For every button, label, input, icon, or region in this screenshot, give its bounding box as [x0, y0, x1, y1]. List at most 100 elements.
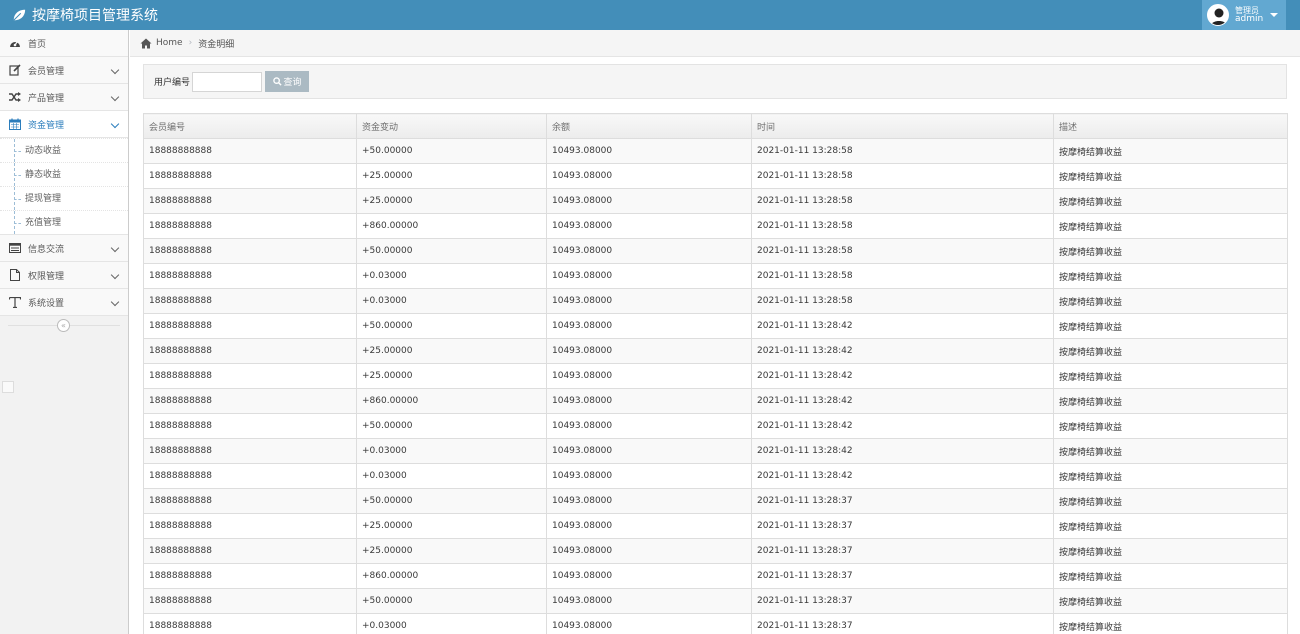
member-id-cell: 18888888888 [143, 588, 357, 614]
member-id-cell: 18888888888 [143, 263, 357, 289]
column-header[interactable]: 会员编号 [143, 113, 357, 139]
time-cell: 2021-01-11 13:28:58 [751, 213, 1054, 239]
description-cell: 按摩椅结算收益 [1053, 388, 1288, 414]
sidebar-item-members[interactable]: 会员管理 [0, 57, 128, 84]
time-cell: 2021-01-11 13:28:58 [751, 238, 1054, 264]
description-cell: 按摩椅结算收益 [1053, 463, 1288, 489]
sidebar-item-permissions[interactable]: 权限管理 [0, 262, 128, 289]
balance-cell: 10493.08000 [546, 613, 752, 634]
time-cell: 2021-01-11 13:28:42 [751, 338, 1054, 364]
fund-change-cell: +50.00000 [356, 413, 547, 439]
user-id-input[interactable] [192, 71, 263, 92]
sidebar-item-label: 系统设置 [28, 298, 65, 309]
table-row: 18888888888 +25.00000 10493.08000 2021-01-1… [143, 338, 1288, 364]
column-header[interactable]: 余额 [546, 113, 752, 139]
column-header[interactable]: 资金变动 [356, 113, 547, 139]
fund-change-cell: +25.00000 [356, 538, 547, 564]
member-id-cell: 18888888888 [143, 438, 357, 464]
random-icon [8, 91, 21, 104]
chevron-down-icon [110, 297, 120, 307]
home-icon [140, 38, 152, 48]
avatar [1207, 4, 1229, 26]
chevron-down-icon [110, 65, 120, 75]
breadcrumb: Home › 资金明细 [130, 30, 1300, 57]
fund-change-cell: +25.00000 [356, 363, 547, 389]
file-icon [8, 269, 21, 282]
member-id-cell: 18888888888 [143, 138, 357, 164]
description-cell: 按摩椅结算收益 [1053, 488, 1288, 514]
sidebar-item-home[interactable]: 首页 [0, 30, 128, 57]
sidebar-item-label: 信息交流 [28, 244, 65, 255]
sidebar-item-products[interactable]: 产品管理 [0, 84, 128, 111]
edit-icon [8, 64, 21, 77]
member-id-cell: 18888888888 [143, 463, 357, 489]
time-cell: 2021-01-11 13:28:37 [751, 588, 1054, 614]
member-id-cell: 18888888888 [143, 188, 357, 214]
sidebar-item-messages[interactable]: 信息交流 [0, 235, 128, 262]
member-id-cell: 18888888888 [143, 488, 357, 514]
top-navbar: 按摩椅项目管理系统 管理员 admin [0, 0, 1300, 30]
brand[interactable]: 按摩椅项目管理系统 [12, 0, 158, 30]
sidebar-item-label: 首页 [28, 39, 47, 50]
funds-submenu: 动态收益 静态收益 提现管理 充值管理 [0, 138, 128, 235]
time-cell: 2021-01-11 13:28:58 [751, 163, 1054, 189]
user-avatar-icon [1210, 8, 1228, 25]
table-row: 18888888888 +25.00000 10493.08000 2021-01-1… [143, 513, 1288, 539]
column-header[interactable]: 时间 [751, 113, 1054, 139]
time-cell: 2021-01-11 13:28:58 [751, 188, 1054, 214]
sidebar-subitem-recharges[interactable]: 充值管理 [0, 210, 128, 234]
time-cell: 2021-01-11 13:28:37 [751, 488, 1054, 514]
member-id-cell: 18888888888 [143, 288, 357, 314]
fund-change-cell: +860.00000 [356, 563, 547, 589]
balance-cell: 10493.08000 [546, 338, 752, 364]
table-row: 18888888888 +0.03000 10493.08000 2021-01-11… [143, 613, 1288, 634]
sidebar-subitem-dynamic-income[interactable]: 动态收益 [0, 138, 128, 162]
table-row: 18888888888 +0.03000 10493.08000 2021-01-11… [143, 288, 1288, 314]
column-header[interactable]: 描述 [1053, 113, 1288, 139]
member-id-cell: 18888888888 [143, 163, 357, 189]
balance-cell: 10493.08000 [546, 388, 752, 414]
sidebar-item-label: 产品管理 [28, 93, 65, 104]
time-cell: 2021-01-11 13:28:37 [751, 538, 1054, 564]
member-id-cell: 18888888888 [143, 313, 357, 339]
breadcrumb-home[interactable]: Home [156, 38, 183, 48]
search-button[interactable]: 查询 [265, 71, 310, 92]
balance-cell: 10493.08000 [546, 263, 752, 289]
collapse-sidebar-button[interactable]: « [57, 319, 70, 332]
fund-change-cell: +50.00000 [356, 588, 547, 614]
sidebar: 首页 会员管理 产品管理 资金管理 动态收益 静态收益 提现管理 充值管理 信息… [0, 30, 129, 634]
fund-change-cell: +25.00000 [356, 163, 547, 189]
table-row: 18888888888 +50.00000 10493.08000 2021-01-1… [143, 413, 1288, 439]
table-row: 18888888888 +50.00000 10493.08000 2021-01-1… [143, 588, 1288, 614]
sidebar-subitem-withdrawals[interactable]: 提现管理 [0, 186, 128, 210]
description-cell: 按摩椅结算收益 [1053, 213, 1288, 239]
time-cell: 2021-01-11 13:28:42 [751, 413, 1054, 439]
list-icon [8, 242, 21, 255]
time-cell: 2021-01-11 13:28:42 [751, 388, 1054, 414]
member-id-cell: 18888888888 [143, 538, 357, 564]
description-cell: 按摩椅结算收益 [1053, 313, 1288, 339]
time-cell: 2021-01-11 13:28:37 [751, 563, 1054, 589]
sidebar-toggle-handle[interactable] [2, 381, 14, 393]
member-id-cell: 18888888888 [143, 388, 357, 414]
table-header-row: 会员编号 资金变动 余额 时间 描述 [143, 113, 1288, 139]
sidebar-item-settings[interactable]: 系统设置 [0, 289, 128, 316]
chevron-down-icon [110, 270, 120, 280]
sidebar-subitem-static-income[interactable]: 静态收益 [0, 162, 128, 186]
fund-change-cell: +860.00000 [356, 213, 547, 239]
breadcrumb-current: 资金明细 [198, 39, 235, 50]
sidebar-collapse-bar: « [0, 316, 128, 334]
fund-change-cell: +0.03000 [356, 263, 547, 289]
description-cell: 按摩椅结算收益 [1053, 563, 1288, 589]
sidebar-item-label: 会员管理 [28, 66, 65, 77]
fund-change-cell: +25.00000 [356, 188, 547, 214]
member-id-cell: 18888888888 [143, 563, 357, 589]
user-menu[interactable]: 管理员 admin [1202, 0, 1286, 30]
text-icon [8, 296, 21, 309]
description-cell: 按摩椅结算收益 [1053, 188, 1288, 214]
table-row: 18888888888 +50.00000 10493.08000 2021-01-1… [143, 138, 1288, 164]
sidebar-item-funds[interactable]: 资金管理 [0, 111, 128, 138]
balance-cell: 10493.08000 [546, 213, 752, 239]
sidebar-item-label: 权限管理 [28, 271, 65, 282]
fund-details-table: 会员编号 资金变动 余额 时间 描述 18888888888 +50.00000 1… [143, 113, 1288, 634]
